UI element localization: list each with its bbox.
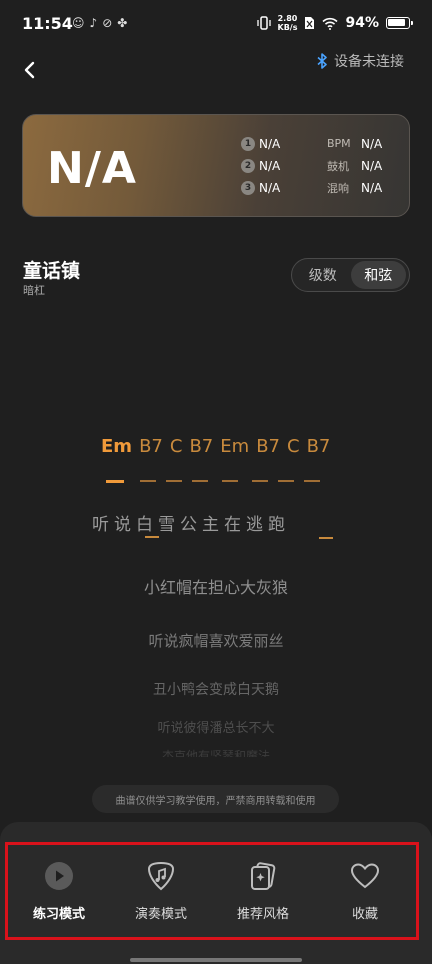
beat-marker bbox=[166, 480, 182, 482]
slot-value: N/A bbox=[259, 158, 281, 173]
notification-icon-4: ✤ bbox=[117, 16, 128, 30]
chord-label: B7 bbox=[306, 436, 331, 457]
song-title: 童话镇 bbox=[23, 260, 81, 282]
play-circle-icon bbox=[42, 859, 76, 893]
nav-label: 推荐风格 bbox=[236, 907, 289, 922]
param-bpm: BPM N/A bbox=[327, 135, 407, 152]
battery-icon bbox=[386, 17, 413, 29]
slot-value: N/A bbox=[259, 180, 281, 195]
notification-icon-1: ☺ bbox=[72, 16, 85, 30]
status-bar: 11:54 ☺ ♪ ⊘ ✤ 2.80 KB/s 94% bbox=[0, 0, 432, 50]
slot-number-badge: 1 bbox=[241, 136, 255, 151]
slot-2: 2 N/A bbox=[241, 157, 327, 174]
param-reverb: 混响 N/A bbox=[327, 179, 407, 196]
beat-marker bbox=[222, 480, 238, 482]
sim-icon bbox=[305, 17, 315, 29]
notification-icons: ☺ ♪ ⊘ ✤ bbox=[72, 16, 127, 30]
vibrate-icon bbox=[256, 16, 271, 30]
speed-unit: KB/s bbox=[277, 23, 298, 32]
chord-sequence: Em B7 C B7 Em B7 C B7 bbox=[101, 436, 330, 457]
battery-percent: 94% bbox=[345, 15, 379, 31]
wifi-icon bbox=[322, 17, 339, 30]
copyright-notice: 曲谱仅供学习教学使用，严禁商用转载和使用 bbox=[92, 785, 339, 813]
param-key: 混响 bbox=[327, 181, 349, 195]
nav-practice-mode[interactable]: 练习模式 bbox=[8, 845, 110, 937]
beat-marker bbox=[252, 480, 268, 482]
bluetooth-icon bbox=[317, 53, 327, 69]
nav-label: 演奏模式 bbox=[134, 907, 187, 922]
home-indicator[interactable] bbox=[130, 958, 302, 962]
param-drum: 鼓机 N/A bbox=[327, 157, 407, 174]
back-button[interactable] bbox=[18, 58, 42, 82]
chord-label: C bbox=[287, 436, 300, 457]
beat-marker bbox=[140, 480, 156, 482]
param-key: 鼓机 bbox=[327, 159, 349, 173]
lyric-char: 在 bbox=[224, 515, 243, 535]
lyric-line: 杰克他有竖琴和魔法 bbox=[161, 749, 270, 757]
notation-toggle: 级数 和弦 bbox=[291, 258, 410, 292]
param-value: N/A bbox=[361, 136, 383, 151]
param-value: N/A bbox=[361, 180, 383, 195]
chord-label: C bbox=[169, 436, 183, 457]
notification-icon-3: ⊘ bbox=[102, 16, 113, 30]
current-lyric-line: 听 说 白 雪 公 主 在 逃 跑 bbox=[92, 510, 287, 535]
lyric-char: 逃 bbox=[246, 515, 265, 535]
beat-markers bbox=[106, 480, 320, 483]
nav-favorites[interactable]: 收藏 bbox=[314, 845, 416, 937]
guitar-pick-icon bbox=[144, 859, 178, 893]
chevron-left-icon bbox=[24, 61, 35, 79]
chord-label: Em bbox=[101, 436, 133, 457]
notification-icon-2: ♪ bbox=[89, 16, 98, 30]
network-speed: 2.80 KB/s bbox=[278, 14, 298, 32]
bottom-nav: 练习模式 演奏模式 推荐风格 收藏 bbox=[5, 842, 419, 940]
lyric-char: 听 bbox=[92, 515, 111, 535]
device-status-label: 设备未连接 bbox=[334, 54, 404, 70]
current-chord: N/A bbox=[47, 143, 137, 194]
beat-marker bbox=[304, 480, 320, 482]
card-params: 1 N/A BPM N/A 2 N/A 鼓机 N/A 3 N/A 混响 N/A bbox=[241, 135, 407, 196]
device-connection-button[interactable]: 设备未连接 bbox=[316, 51, 404, 71]
song-artist: 暗杠 bbox=[23, 284, 45, 297]
tuner-player-screen: 11:54 ☺ ♪ ⊘ ✤ 2.80 KB/s 94% 设备未连接 N/A 1 … bbox=[0, 0, 432, 964]
param-key: BPM bbox=[327, 137, 351, 150]
slot-number-badge: 2 bbox=[241, 158, 255, 173]
lyric-char: 跑 bbox=[268, 515, 287, 535]
beat-marker-active bbox=[106, 480, 124, 483]
nav-label: 收藏 bbox=[351, 907, 378, 922]
status-right: 2.80 KB/s 94% bbox=[256, 14, 413, 32]
lyric-line: 丑小鸭会变成白天鹅 bbox=[153, 682, 279, 698]
lyric-char: 雪 bbox=[158, 515, 177, 535]
cards-sparkle-icon bbox=[246, 859, 280, 893]
nav-label: 练习模式 bbox=[32, 907, 85, 922]
status-time: 11:54 bbox=[22, 14, 73, 33]
lyric-char: 公 bbox=[180, 515, 199, 535]
lyric-line: 小红帽在担心大灰狼 bbox=[143, 578, 288, 597]
lyric-char: 说 bbox=[114, 515, 133, 535]
chord-label: B7 bbox=[256, 436, 280, 457]
slot-number-badge: 3 bbox=[241, 180, 255, 195]
chord-label: Em bbox=[220, 436, 250, 457]
chord-label: B7 bbox=[189, 436, 214, 457]
param-value: N/A bbox=[361, 158, 383, 173]
heart-icon bbox=[348, 859, 382, 893]
lyric-cursor-end bbox=[319, 537, 333, 539]
lyric-line: 听说疯帽喜欢爱丽丝 bbox=[148, 632, 284, 650]
slot-1: 1 N/A bbox=[241, 135, 327, 152]
chord-info-card: N/A 1 N/A BPM N/A 2 N/A 鼓机 N/A 3 N/A 混响 N/A bbox=[22, 114, 410, 217]
speed-value: 2.80 bbox=[277, 14, 298, 23]
beat-marker bbox=[192, 480, 208, 482]
slot-value: N/A bbox=[259, 136, 281, 151]
lyric-cursor bbox=[145, 536, 159, 538]
lyric-char: 白 bbox=[136, 515, 155, 535]
slot-3: 3 N/A bbox=[241, 179, 327, 196]
nav-recommended-style[interactable]: 推荐风格 bbox=[212, 845, 314, 937]
lyric-line: 听说彼得潘总长不大 bbox=[157, 721, 275, 736]
chord-label: B7 bbox=[139, 436, 163, 457]
toggle-degree[interactable]: 级数 bbox=[295, 261, 351, 289]
beat-marker bbox=[278, 480, 294, 482]
toggle-chord[interactable]: 和弦 bbox=[350, 261, 406, 289]
lyric-char: 主 bbox=[202, 515, 221, 535]
nav-perform-mode[interactable]: 演奏模式 bbox=[110, 845, 212, 937]
